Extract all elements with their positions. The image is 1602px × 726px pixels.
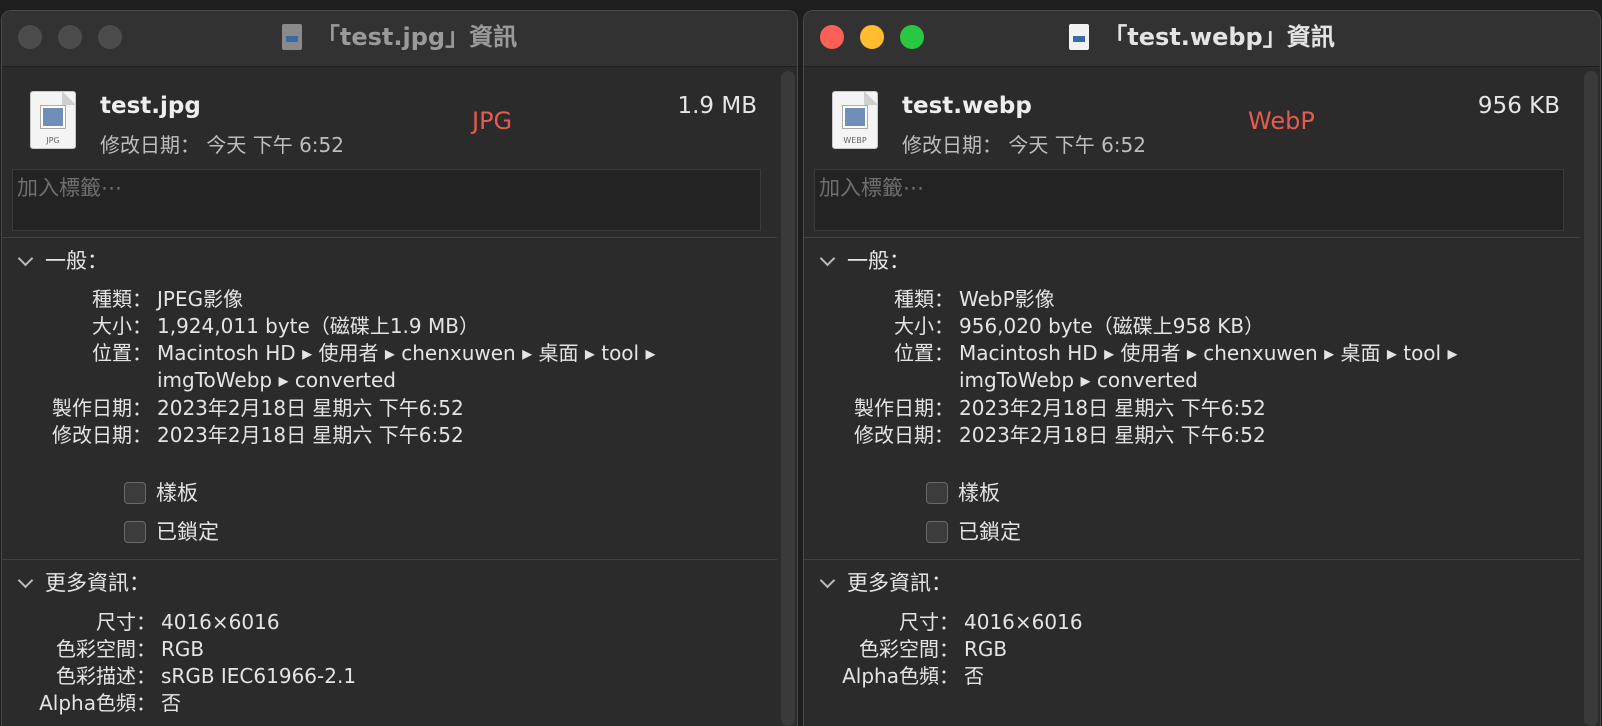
modified-label: 修改日期： <box>52 423 152 447</box>
kind-value: JPEG影像 <box>157 287 244 311</box>
dimensions-label: 尺寸： <box>899 610 959 634</box>
chevron-down-icon <box>819 572 836 589</box>
where-value-line2[interactable]: imgToWebp ▸ converted <box>959 367 1198 394</box>
scrollbar[interactable] <box>781 71 795 726</box>
divider <box>2 559 777 560</box>
file-name: test.webp <box>902 93 1032 119</box>
dimensions-value: 4016×6016 <box>964 610 1083 634</box>
kind-label: 種類： <box>894 287 954 311</box>
stationery-label: 樣板 <box>156 481 198 505</box>
locked-label: 已鎖定 <box>156 520 219 544</box>
image-file-icon: JPG <box>30 91 76 149</box>
color-profile-label: 色彩描述： <box>56 664 156 688</box>
document-icon <box>1069 24 1090 50</box>
dimensions-label: 尺寸： <box>96 610 156 634</box>
kind-value: WebP影像 <box>959 287 1055 311</box>
file-modified-short: 修改日期： 今天 下午 6:52 <box>100 133 344 157</box>
more-info-section-toggle[interactable]: 更多資訊： <box>819 567 952 597</box>
more-info-section-toggle[interactable]: 更多資訊： <box>17 567 150 597</box>
file-modified-short: 修改日期： 今天 下午 6:52 <box>902 133 1146 157</box>
locked-checkbox[interactable]: 已鎖定 <box>926 516 1021 546</box>
more-info-heading: 更多資訊： <box>847 571 952 595</box>
tags-input[interactable]: 加入標籤⋯ <box>814 169 1564 231</box>
window-title-text: 「test.jpg」資訊 <box>315 23 518 51</box>
info-window-jpg: 「test.jpg」資訊 JPG test.jpg 修改日期： 今天 下午 6:… <box>1 10 798 726</box>
size-value: 956,020 byte（磁碟上958 KB） <box>959 314 1265 338</box>
checkbox-box[interactable] <box>926 521 948 543</box>
tags-input[interactable]: 加入標籤⋯ <box>12 169 761 231</box>
where-value-line1[interactable]: Macintosh HD ▸ 使用者 ▸ chenxuwen ▸ 桌面 ▸ to… <box>157 340 656 367</box>
file-header: JPG test.jpg 修改日期： 今天 下午 6:52 JPG 1.9 MB <box>30 89 757 159</box>
kind-label: 種類： <box>92 287 152 311</box>
modified-value: 2023年2月18日 星期六 下午6:52 <box>157 423 464 447</box>
divider <box>804 559 1580 560</box>
image-file-icon: WEBP <box>832 91 878 149</box>
divider <box>804 237 1580 238</box>
dimensions-value: 4016×6016 <box>161 610 280 634</box>
locked-label: 已鎖定 <box>958 520 1021 544</box>
created-value: 2023年2月18日 星期六 下午6:52 <box>157 396 464 420</box>
color-profile-value: sRGB IEC61966-2.1 <box>161 664 357 688</box>
created-label: 製作日期： <box>854 396 954 420</box>
alpha-label: Alpha色頻： <box>39 691 156 715</box>
size-value: 1,924,011 byte（磁碟上1.9 MB） <box>157 314 479 338</box>
color-space-label: 色彩空間： <box>859 637 959 661</box>
stationery-checkbox[interactable]: 樣板 <box>124 477 198 507</box>
color-space-value: RGB <box>161 637 205 661</box>
file-name: test.jpg <box>100 93 201 119</box>
format-annotation: JPG <box>472 107 513 135</box>
alpha-label: Alpha色頻： <box>842 664 959 688</box>
checkbox-box[interactable] <box>124 482 146 504</box>
color-space-value: RGB <box>964 637 1008 661</box>
info-window-webp: 「test.webp」資訊 WEBP test.webp 修改日期： 今天 下午… <box>803 10 1601 726</box>
locked-checkbox[interactable]: 已鎖定 <box>124 516 219 546</box>
checkbox-box[interactable] <box>124 521 146 543</box>
checkbox-box[interactable] <box>926 482 948 504</box>
file-size-short: 1.9 MB <box>677 93 757 119</box>
document-icon <box>281 24 302 50</box>
window-title-text: 「test.webp」資訊 <box>1103 23 1335 51</box>
window-title: 「test.jpg」資訊 <box>2 19 797 55</box>
chevron-down-icon <box>17 572 34 589</box>
icon-ext-label: WEBP <box>843 136 867 145</box>
modified-label: 修改日期： <box>854 423 954 447</box>
more-info-heading: 更多資訊： <box>45 571 150 595</box>
general-section-toggle[interactable]: 一般： <box>819 245 910 275</box>
file-size-short: 956 KB <box>1477 93 1560 119</box>
general-section-toggle[interactable]: 一般： <box>17 245 108 275</box>
alpha-value: 否 <box>964 664 984 688</box>
stationery-checkbox[interactable]: 樣板 <box>926 477 1000 507</box>
chevron-down-icon <box>819 250 836 267</box>
created-label: 製作日期： <box>52 396 152 420</box>
title-bar[interactable]: 「test.jpg」資訊 <box>2 11 797 67</box>
where-value-line1[interactable]: Macintosh HD ▸ 使用者 ▸ chenxuwen ▸ 桌面 ▸ to… <box>959 340 1458 367</box>
color-space-label: 色彩空間： <box>56 637 156 661</box>
general-heading: 一般： <box>45 249 108 273</box>
created-value: 2023年2月18日 星期六 下午6:52 <box>959 396 1266 420</box>
modified-value: 2023年2月18日 星期六 下午6:52 <box>959 423 1266 447</box>
where-value-line2[interactable]: imgToWebp ▸ converted <box>157 367 396 394</box>
divider <box>2 237 777 238</box>
scrollbar[interactable] <box>1584 71 1598 726</box>
file-header: WEBP test.webp 修改日期： 今天 下午 6:52 WebP 956… <box>832 89 1560 159</box>
where-label: 位置： <box>894 341 954 365</box>
chevron-down-icon <box>17 250 34 267</box>
tags-placeholder: 加入標籤⋯ <box>819 176 924 200</box>
size-label: 大小： <box>894 314 954 338</box>
title-bar[interactable]: 「test.webp」資訊 <box>804 11 1600 67</box>
where-label: 位置： <box>92 341 152 365</box>
size-label: 大小： <box>92 314 152 338</box>
general-heading: 一般： <box>847 249 910 273</box>
window-title: 「test.webp」資訊 <box>804 19 1600 55</box>
icon-ext-label: JPG <box>46 136 60 145</box>
alpha-value: 否 <box>161 691 181 715</box>
stationery-label: 樣板 <box>958 481 1000 505</box>
tags-placeholder: 加入標籤⋯ <box>17 176 122 200</box>
format-annotation: WebP <box>1248 107 1315 135</box>
